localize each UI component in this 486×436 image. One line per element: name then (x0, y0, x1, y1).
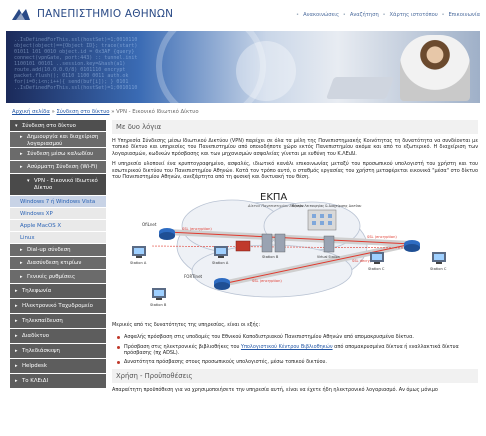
banner-person-image (400, 35, 470, 101)
diagram-title: ΕΚΠΑ (260, 192, 287, 203)
breadcrumb-home-link[interactable]: Αρχική σελίδα (12, 109, 50, 115)
university-logo-icon[interactable] (10, 6, 32, 24)
sidebar-item-wifi[interactable]: Ασύρματη Σύνδεση (Wi-Fi) (10, 161, 106, 174)
sidebar-item-vpn[interactable]: VPN - Εικονικό Ιδιωτικό Δίκτυο (10, 174, 106, 196)
diagram-ofis-label: OfiLnet (142, 222, 157, 227)
intro-paragraph: Η Υπηρεσία Σύνδεσης μέσω Ιδιωτικού Δικτύ… (112, 138, 478, 157)
banner-keyboard (325, 77, 395, 99)
list-item: Δυνατότητα πρόσβασης στους προσωπικούς υ… (117, 359, 478, 365)
breadcrumb-parent-link[interactable]: Σύνδεση στο δίκτυο (57, 109, 110, 115)
sidebar-item-internet[interactable]: Διαδίκτυο (10, 329, 106, 344)
site-header: ΠΑΝΕΠΙΣΤΗΜΙΟ ΑΘΗΝΩΝ • Ανακοινώσεις • Αναζή… (0, 0, 486, 30)
sidebar-item-general-settings[interactable]: Γενικές ρυθμίσεις σύνδεσης (10, 270, 106, 294)
features-intro: Μερικές από τις δυνατότητες της υπηρεσία… (112, 322, 261, 329)
top-link-contact[interactable]: Επικοινωνία (449, 12, 480, 18)
diagram-computer-icon (432, 252, 446, 265)
diagram-kentro-label: Κέντρο Λειτουργίας & Διαχείρισης Δικτύου (292, 204, 362, 208)
header-banner-image: ..IsDefinedForThis.ssl(hostSet)=1;001011… (6, 31, 480, 103)
top-link-search[interactable]: Αναζήτηση (350, 12, 379, 18)
main-content: Με δυο λόγια Η Υπηρεσία Σύνδεσης μέσω Ιδ… (112, 120, 478, 436)
list-item: Ασφαλής πρόσβαση στις υποδομές του Εθνικ… (117, 334, 478, 340)
sidebar-item-elearning[interactable]: Τηλεκπαίδευση (10, 314, 106, 329)
vpn-diagram-svg: ΕΚΠΑ Δίκτυο Πανεπιστημίου Αθηνών SSL (en… (130, 192, 447, 307)
top-link-announcements[interactable]: Ανακοινώσεις (303, 12, 339, 18)
features-list: Ασφαλής πρόσβαση στις υποδομές του Εθνικ… (112, 334, 478, 365)
diagram-building-icon (307, 210, 337, 231)
sidebar-item-kleidi[interactable]: Το ΚΛΕιΔΙ (10, 374, 106, 389)
list-item: Πρόσβαση στις ηλεκτρονικές βιβλιοθήκες τ… (117, 344, 478, 356)
diagram-station-c-label: Station C (368, 267, 385, 271)
sidebar-item-network-connection[interactable]: Σύνδεση στο δίκτυο (10, 120, 106, 132)
diagram-virtual-station-label: Virtual Station (317, 255, 340, 259)
sidebar-item-helpdesk[interactable]: Helpdesk (10, 359, 106, 374)
diagram-computer-icon (132, 246, 146, 259)
sidebar-item-building-interconnect[interactable]: Διασύνδεση κτιρίων (10, 257, 106, 270)
sidebar-item-account-management[interactable]: Δημιουργία και διαχείριση λογαριασμού (10, 132, 106, 148)
diagram-station-b-label: Station B (150, 303, 167, 307)
sidebar-link-linux[interactable]: Linux (10, 232, 106, 244)
top-links: • Ανακοινώσεις • Αναζήτηση • Χάρτης ιστοτόπ… (296, 12, 480, 18)
sidebar-link-windows-xp[interactable]: Windows XP (10, 208, 106, 220)
diagram-ssl-label: SSL (encryption) (252, 279, 282, 283)
diagram-ssl-label: SSL (encryption) (182, 227, 212, 231)
diagram-computer-icon (152, 288, 166, 301)
top-link-sitemap[interactable]: Χάρτης ιστοτόπου (390, 12, 438, 18)
diagram-firewall-icon (235, 241, 251, 252)
breadcrumb: Αρχική σελίδα » Σύνδεση στο δίκτυο » VPN… (12, 109, 199, 115)
diagram-station-a-label: Station A (130, 261, 147, 265)
vpn-network-diagram: ΕΚΠΑ Δίκτυο Πανεπιστημίου Αθηνών SSL (en… (112, 186, 478, 316)
section-title-usage: Χρήση - Προϋποθέσεις (112, 369, 478, 384)
diagram-ssl-label: SSL (encryption) (367, 235, 397, 239)
diagram-router-icon (159, 228, 175, 241)
diagram-server-icon (261, 234, 273, 253)
sidebar-item-teleconference[interactable]: Τηλεδιάσκεψη (10, 344, 106, 359)
banner-decor-circle (236, 41, 296, 101)
diagram-router-icon (404, 240, 420, 253)
diagram-station-b-label: Station B (262, 255, 279, 259)
sidebar-item-cable-connection[interactable]: Σύνδεση μέσω καλωδίου (10, 148, 106, 161)
banner-code-decoration: ..IsDefinedForThis.ssl(hostSet)=1;001011… (14, 37, 138, 91)
sidebar-link-macos[interactable]: Apple MacOS X (10, 220, 106, 232)
sidebar-link-windows7-vista[interactable]: Windows 7 ή Windows Vista (10, 196, 106, 208)
diagram-station-a-label: Station A (212, 261, 229, 265)
sidebar-item-dialup[interactable]: Dial-up σύνδεση (10, 244, 106, 257)
sidebar-item-email[interactable]: Ηλεκτρονικό Ταχυδρομείο (10, 299, 106, 314)
usage-paragraph: Απαραίτητη προϋπόθεση για να χρησιμοποιή… (112, 387, 438, 394)
breadcrumb-current: VPN - Εικονικό Ιδιωτικό Δίκτυο (116, 109, 199, 115)
description-paragraph: Η υπηρεσία υλοποιεί ένα κρυπτογραφημένο,… (112, 161, 478, 181)
sidebar-nav: Σύνδεση στο δίκτυο Δημιουργία και διαχεί… (10, 120, 106, 436)
library-center-link[interactable]: Υπολογιστικού Κέντρου Βιβλιοθηκών (241, 344, 333, 350)
diagram-station-c-label: Station C (430, 267, 447, 271)
section-title-summary: Με δυο λόγια (112, 120, 478, 134)
site-title[interactable]: ΠΑΝΕΠΙΣΤΗΜΙΟ ΑΘΗΝΩΝ (37, 8, 173, 20)
diagram-server-icon (274, 234, 286, 253)
diagram-router-icon (214, 278, 230, 291)
diagram-fortinet-label: FORTInet (184, 274, 203, 279)
diagram-server-icon (323, 236, 335, 253)
sidebar-item-telephony[interactable]: Τηλεφωνία (10, 284, 106, 299)
